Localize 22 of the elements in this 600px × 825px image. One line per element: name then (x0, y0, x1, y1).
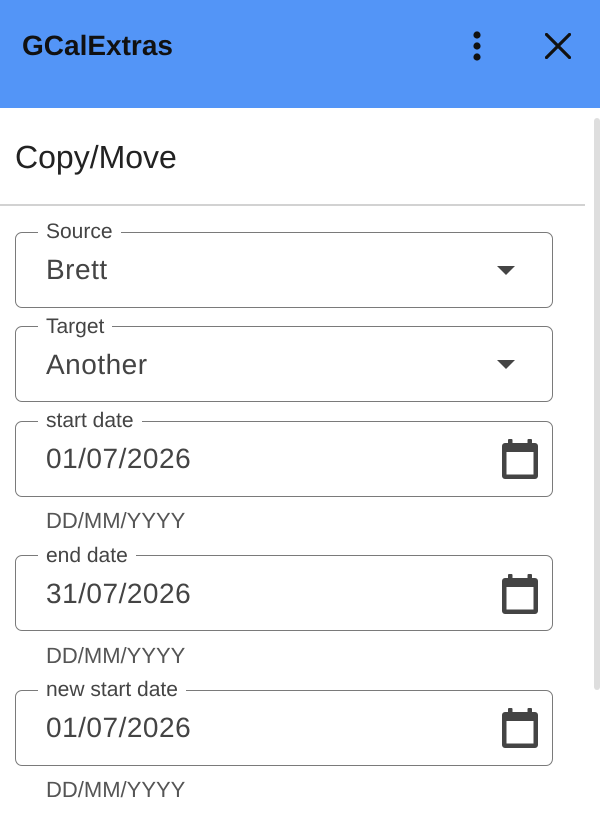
dropdown-field[interactable]: Source Brett (15, 220, 553, 308)
field-label: new start date (45, 678, 179, 702)
helper-text: DD/MM/YYYY (45, 507, 186, 535)
field-label: Source (45, 220, 114, 244)
date-field[interactable]: start date 01/07/2026 (15, 409, 553, 496)
more-icon[interactable] (473, 31, 481, 61)
calendar-icon[interactable] (502, 708, 538, 748)
helper-text: DD/MM/YYYY (45, 642, 186, 670)
caret-icon (497, 360, 515, 369)
field-label: start date (45, 409, 135, 433)
caret-icon (497, 266, 515, 274)
field-label: Target (45, 314, 106, 338)
helper-text: DD/MM/YYYY (45, 776, 186, 804)
section-title: Copy/Move (0, 108, 585, 206)
close-icon[interactable] (545, 33, 571, 59)
field-label: end date (45, 544, 129, 568)
date-field[interactable]: end date 31/07/2026 (15, 544, 553, 631)
date-field[interactable]: new start date 01/07/2026 (15, 678, 553, 766)
scrollbar-thumb[interactable] (594, 118, 600, 690)
calendar-icon[interactable] (502, 439, 538, 479)
app-title: GCalExtras (22, 30, 173, 62)
calendar-icon[interactable] (502, 574, 538, 614)
